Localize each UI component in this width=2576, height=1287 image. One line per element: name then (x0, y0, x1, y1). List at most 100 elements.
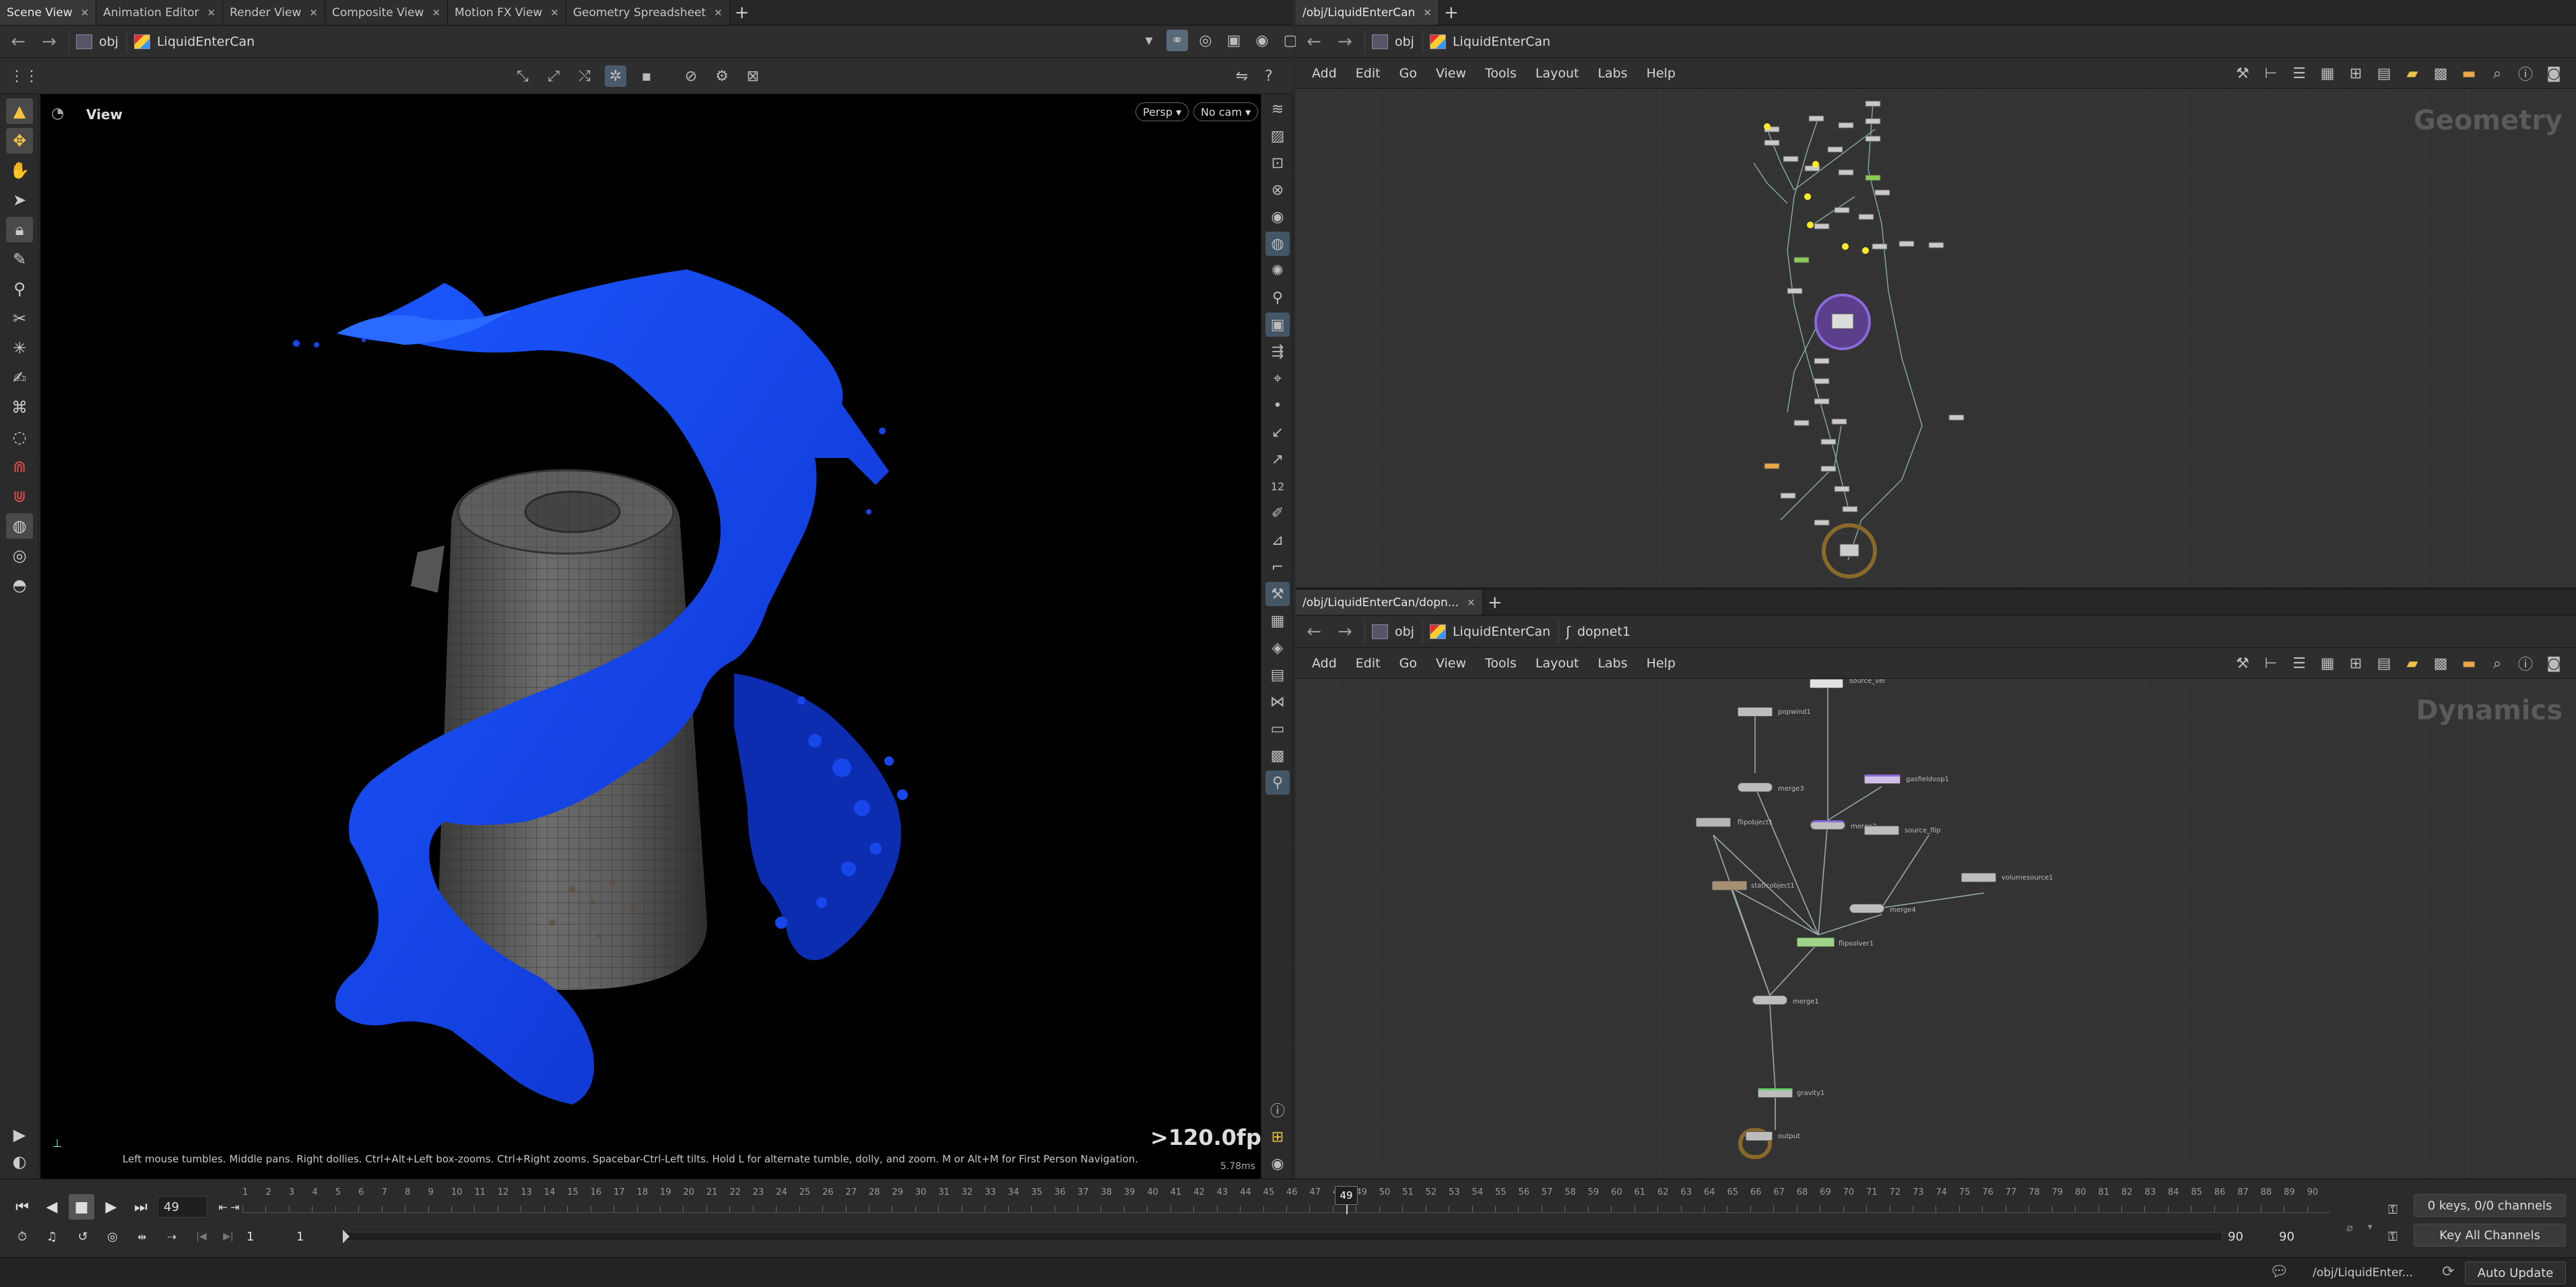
menu-go[interactable]: Go (1390, 66, 1426, 81)
back-arrow-icon[interactable]: ← (1302, 622, 1325, 642)
key-all-channels-button[interactable]: Key All Channels (2414, 1224, 2566, 1247)
cube-icon[interactable]: ◈ (1265, 636, 1290, 660)
help-icon[interactable]: ? (1258, 65, 1280, 87)
dynamics-network-editor[interactable]: Dynamics source_vel popwind1 merge3 gasf… (1296, 679, 2576, 1179)
audio-icon[interactable]: ♫ (39, 1224, 65, 1249)
ghost-icon[interactable]: ▨ (1265, 124, 1290, 148)
background-icon[interactable]: ▣ (1265, 312, 1290, 337)
range-slider-start-handle[interactable] (343, 1230, 350, 1243)
close-icon[interactable]: ✕ (714, 7, 723, 19)
chat-icon[interactable]: 💬︎ (2270, 1263, 2288, 1280)
add-tab-button[interactable]: + (730, 0, 754, 25)
layout-grid-icon[interactable]: ⊞ (2345, 653, 2367, 674)
range-slide-icon[interactable]: ⇢ (159, 1224, 185, 1249)
dop-node-gravity1[interactable] (1758, 1088, 1793, 1098)
transform-icon[interactable]: ⤢ (543, 65, 564, 87)
menu-layout[interactable]: Layout (1526, 66, 1589, 81)
handle-icon[interactable]: ⤭ (574, 65, 595, 87)
dop-node-flipobject1[interactable] (1696, 818, 1731, 827)
grid-menu-icon[interactable]: ⋮⋮ (9, 65, 39, 87)
info-icon[interactable]: ⓘ (2515, 63, 2536, 84)
dop-node-flipsolver1[interactable] (1797, 937, 1835, 947)
close-display-icon[interactable]: ⊠ (742, 65, 764, 87)
dop-node-merge3[interactable] (1738, 783, 1773, 792)
close-icon[interactable]: ✕ (81, 7, 90, 19)
camera-icon[interactable]: ◙ (2543, 653, 2565, 674)
breadcrumb-root[interactable]: obj (69, 30, 119, 53)
paint-display-icon[interactable]: ✐ (1265, 501, 1290, 525)
close-icon[interactable]: ✕ (1423, 7, 1432, 19)
pose-icon[interactable]: ⚲ (6, 276, 33, 302)
palette-icon[interactable]: ▬ (2458, 653, 2480, 674)
layout-grid-icon[interactable]: ⊞ (2345, 63, 2367, 84)
search-icon[interactable]: ⌕ (2486, 653, 2508, 674)
rotate-tool-icon[interactable]: ✋ (6, 158, 33, 183)
current-frame-marker[interactable]: 49 (1335, 1186, 1358, 1205)
gear-icon[interactable]: ⚙ (711, 65, 733, 87)
view-tool-icon[interactable]: ◍ (6, 513, 33, 539)
close-icon[interactable]: ✕ (207, 7, 216, 19)
forward-arrow-icon[interactable]: → (38, 32, 61, 52)
geometry-network-editor[interactable]: Geometry (1296, 89, 2576, 587)
sticky-note-icon[interactable]: ▰ (2402, 653, 2423, 674)
channels-icon[interactable]: ⚿ (2380, 1224, 2406, 1249)
tab-obj-network[interactable]: /obj/LiquidEnterCan ✕ (1296, 0, 1439, 25)
range-start-next-icon[interactable]: ▶| (216, 1224, 241, 1249)
camera-icon[interactable]: ◙ (2543, 63, 2565, 84)
dop-node-merge2[interactable] (1810, 820, 1845, 830)
wire-icon[interactable]: ◍ (1265, 232, 1290, 256)
key-info-button[interactable]: 0 keys, 0/0 channels (2414, 1194, 2566, 1217)
camera-icon[interactable]: ▣ (1223, 30, 1245, 51)
frame-icon[interactable]: ▭ (1265, 717, 1290, 741)
image-icon[interactable]: ▩ (1265, 744, 1290, 768)
sticky-note-icon[interactable]: ▰ (2402, 63, 2423, 84)
menu-tools[interactable]: Tools (1476, 66, 1526, 81)
magnet-red-icon[interactable]: ⋓ (6, 484, 33, 509)
image-icon[interactable]: ▩ (2430, 63, 2451, 84)
range-end-field[interactable]: 90 (2222, 1226, 2272, 1247)
dop-node-volumesource1[interactable] (1961, 873, 1996, 882)
settings-bottom-icon[interactable]: ◐ (6, 1149, 33, 1175)
wrench-icon[interactable]: ⚒ (2232, 63, 2253, 84)
move-tool-icon[interactable]: ✥ (6, 128, 33, 154)
select-tool-icon[interactable]: ▲ (6, 98, 33, 124)
close-icon[interactable]: ✕ (309, 7, 318, 19)
lock-camera-icon[interactable]: ⊘ (680, 65, 702, 87)
list-icon[interactable]: ☰ (2288, 653, 2310, 674)
display-icon[interactable]: ▪ (636, 65, 657, 87)
guide-icon[interactable]: ⌖ (1265, 366, 1290, 391)
info-icon[interactable]: ⓘ (2515, 653, 2536, 674)
brush-icon[interactable]: ✎ (6, 246, 33, 272)
no-select-icon[interactable]: ⊗ (1265, 178, 1290, 202)
menu-labs[interactable]: Labs (1588, 66, 1637, 81)
sculpt-icon[interactable]: ⌘ (6, 395, 33, 420)
menu-layout[interactable]: Layout (1526, 656, 1589, 671)
breadcrumb-sub[interactable]: ʃ dopnet1 (1558, 620, 1630, 643)
auto-update-button[interactable]: Auto Update (2465, 1261, 2566, 1284)
pointer-icon[interactable]: ➤ (6, 187, 33, 213)
sim-cache-icon[interactable]: ◎ (100, 1224, 125, 1249)
point-icon[interactable]: • (1265, 393, 1290, 418)
menu-tools[interactable]: Tools (1476, 656, 1526, 671)
lasso-icon[interactable]: ◌ (6, 424, 33, 450)
dop-node-gasfieldvop1[interactable] (1864, 774, 1901, 784)
keyframe-set-icon[interactable]: ⚿ (2380, 1197, 2406, 1222)
camera-bottom-icon[interactable]: ▶ (6, 1122, 33, 1148)
menu-add[interactable]: Add (1302, 66, 1346, 81)
back-arrow-icon[interactable]: ← (1302, 32, 1325, 52)
tab-dopnet[interactable]: /obj/LiquidEnterCan/dopn... ✕ (1296, 590, 1483, 615)
close-icon[interactable]: ✕ (550, 7, 559, 19)
dop-node-source-flip[interactable] (1864, 826, 1899, 835)
wrench-icon[interactable]: ⚒ (1265, 582, 1290, 606)
range-end2-field[interactable]: 90 (2274, 1226, 2323, 1247)
jump-end-icon[interactable]: ⏭ (128, 1194, 154, 1220)
search-icon[interactable]: ⌕ (2486, 63, 2508, 84)
magnet-icon[interactable]: ⋒ (6, 454, 33, 480)
menu-edit[interactable]: Edit (1346, 656, 1390, 671)
menu-help[interactable]: Help (1637, 656, 1685, 671)
dop-node-popwind1[interactable] (1738, 707, 1773, 717)
range-icon[interactable]: ⇹ (129, 1224, 155, 1249)
snap-icon[interactable]: ✲ (605, 65, 626, 87)
lock-view-icon[interactable]: ⊡ (1265, 151, 1290, 175)
dop-node-staticobject1[interactable] (1712, 881, 1747, 890)
